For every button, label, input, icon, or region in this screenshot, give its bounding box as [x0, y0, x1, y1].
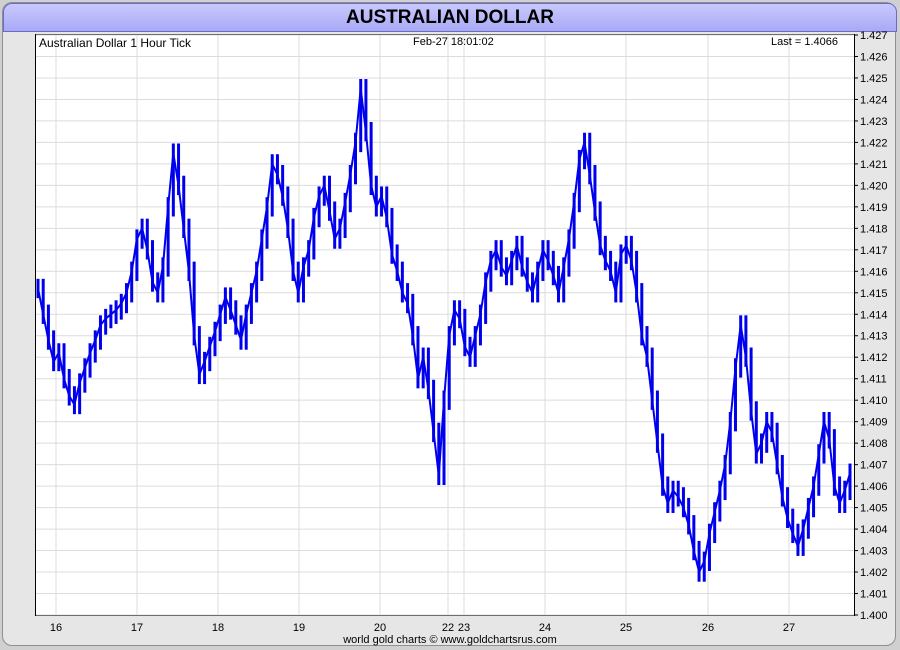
y-tick-label: 1.403 [860, 546, 888, 558]
y-tick-label: 1.401 [860, 589, 888, 601]
x-tick-label: 24 [539, 622, 551, 634]
y-tick-label: 1.424 [860, 94, 888, 106]
x-tick-label: 23 [458, 622, 470, 634]
y-tick-label: 1.407 [860, 460, 888, 472]
y-tick-label: 1.410 [860, 395, 888, 407]
y-tick-label: 1.427 [860, 30, 888, 42]
y-tick-label: 1.405 [860, 503, 888, 515]
y-tick-label: 1.408 [860, 438, 888, 450]
x-tick-label: 16 [50, 622, 62, 634]
x-tick-label: 22 [442, 622, 454, 634]
y-tick-label: 1.400 [860, 610, 888, 622]
y-tick-label: 1.422 [860, 137, 888, 149]
y-tick-label: 1.421 [860, 159, 888, 171]
x-tick-label: 19 [293, 622, 305, 634]
y-tick-label: 1.418 [860, 223, 888, 235]
timestamp: Feb-27 18:01:02 [413, 36, 494, 48]
x-tick-label: 27 [783, 622, 795, 634]
x-tick-label: 20 [374, 622, 386, 634]
price-line [37, 88, 851, 575]
y-tick-label: 1.412 [860, 352, 888, 364]
x-tick-label: 18 [212, 622, 224, 634]
last-price: Last = 1.4066 [771, 36, 838, 48]
y-tick-label: 1.402 [860, 567, 888, 579]
y-tick-label: 1.413 [860, 331, 888, 343]
y-tick-label: 1.404 [860, 524, 888, 536]
price-chart: 1.400 1.401 1.402 1.403 1.404 1.405 1.406 1.407… [36, 30, 888, 634]
footer-credit: world gold charts © www.goldchartsrus.co… [343, 634, 557, 646]
x-tick-label: 25 [620, 622, 632, 634]
x-tick-label: 26 [702, 622, 714, 634]
chart-subtitle: Australian Dollar 1 Hour Tick [39, 36, 192, 50]
y-tick-label: 1.417 [860, 245, 888, 257]
y-tick-label: 1.415 [860, 288, 888, 300]
x-tick-label: 17 [131, 622, 143, 634]
y-tick-label: 1.406 [860, 481, 888, 493]
y-tick-label: 1.423 [860, 116, 888, 128]
y-tick-label: 1.414 [860, 309, 888, 321]
y-tick-label: 1.426 [860, 51, 888, 63]
y-tick-label: 1.409 [860, 417, 888, 429]
y-tick-label: 1.420 [860, 180, 888, 192]
y-tick-label: 1.411 [860, 374, 887, 386]
y-tick-label: 1.419 [860, 202, 888, 214]
y-tick-label: 1.425 [860, 73, 888, 85]
y-tick-label: 1.416 [860, 266, 888, 278]
